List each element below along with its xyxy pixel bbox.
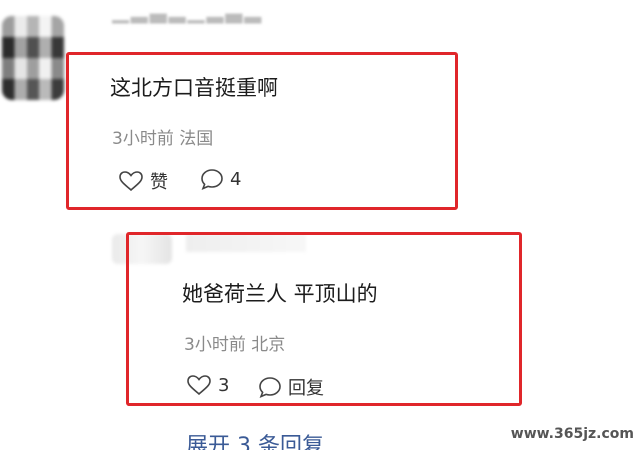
comment-1-location: 法国 bbox=[179, 129, 214, 149]
comment-2-location: 北京 bbox=[251, 335, 286, 355]
comment-bubble-icon bbox=[259, 377, 281, 398]
comment-1-reply-button[interactable]: 4 bbox=[200, 168, 241, 190]
watermark: www.365jz.com bbox=[510, 426, 634, 442]
username-blurred: ▁▂▃▂▁▂▃▂ bbox=[112, 6, 264, 24]
comment-bubble-icon bbox=[201, 169, 223, 190]
comment-1-time: 3小时前 bbox=[112, 129, 174, 149]
comment-2-reply-label: 回复 bbox=[288, 378, 324, 399]
comment-1-like-label: 赞 bbox=[150, 172, 168, 193]
avatar[interactable] bbox=[2, 16, 64, 100]
comment-2-meta: 3小时前 北京 bbox=[184, 330, 285, 355]
comment-2-time: 3小时前 bbox=[184, 335, 246, 355]
comment-1-like-button[interactable]: 赞 bbox=[118, 168, 168, 194]
comment-1-reply-count: 4 bbox=[230, 168, 242, 190]
comment-1-meta: 3小时前 法国 bbox=[112, 124, 213, 149]
comment-1-text: 这北方口音挺重啊 bbox=[110, 76, 278, 100]
expand-replies-link[interactable]: 展开 3 条回复 bbox=[186, 428, 324, 450]
heart-icon bbox=[187, 375, 211, 396]
comment-2-like-count: 3 bbox=[218, 374, 230, 396]
comment-2-like-button[interactable]: 3 bbox=[186, 374, 229, 396]
comment-2-text: 她爸荷兰人 平顶山的 bbox=[182, 282, 378, 306]
heart-icon bbox=[119, 171, 143, 192]
comment-2-reply-button[interactable]: 回复 bbox=[258, 374, 324, 400]
